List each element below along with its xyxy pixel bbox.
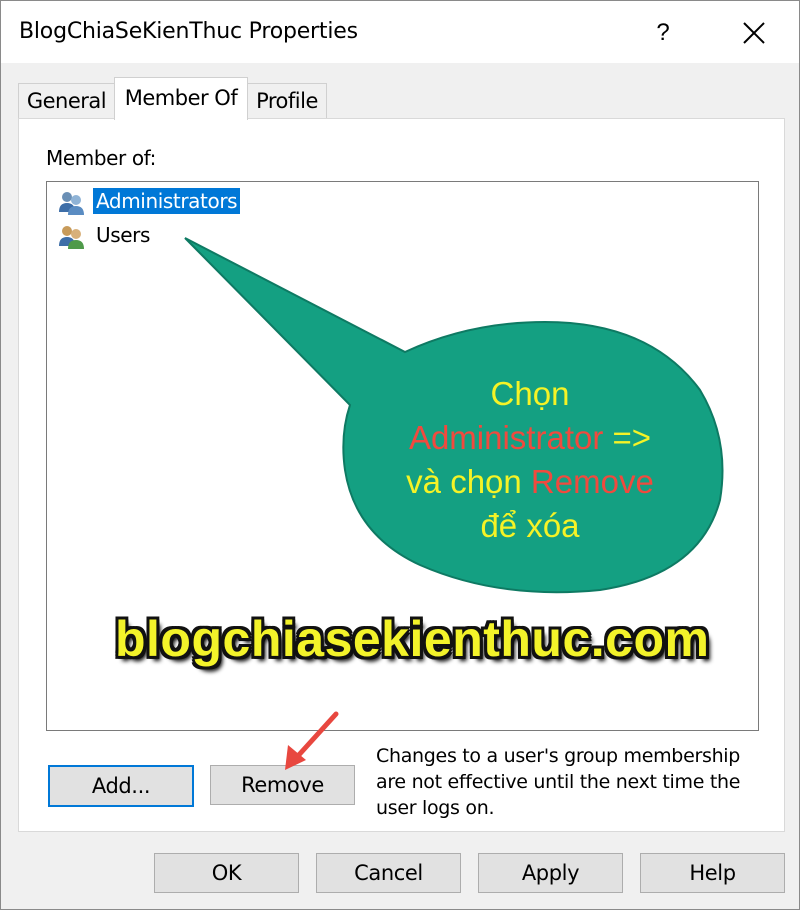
callout-line-4: để xóa — [480, 507, 580, 544]
list-item-label: Users — [96, 223, 151, 247]
group-icon — [59, 226, 84, 249]
callout-line-1: Chọn — [490, 375, 570, 412]
cancel-button[interactable]: Cancel — [316, 853, 461, 893]
remove-button[interactable]: Remove — [210, 765, 355, 805]
callout-remove: Remove — [530, 463, 654, 500]
callout-arrow-text: => — [603, 419, 652, 456]
tab-profile[interactable]: Profile — [247, 83, 327, 118]
callout-line-3: và chọn — [406, 463, 531, 500]
help-button[interactable]: Help — [640, 853, 785, 893]
callout-text: Chọn Administrator => và chọn Remove để … — [360, 372, 700, 548]
member-of-label: Member of: — [46, 146, 156, 170]
window-title: BlogChiaSeKienThuc Properties — [19, 19, 358, 44]
close-button[interactable] — [729, 11, 777, 55]
title-bar: BlogChiaSeKienThuc Properties ? — [1, 1, 799, 63]
add-button[interactable]: Add... — [48, 765, 194, 807]
tab-general[interactable]: General — [18, 83, 115, 118]
membership-note: Changes to a user's group membership are… — [376, 745, 741, 819]
callout-administrator: Administrator — [408, 419, 604, 456]
list-item-label: Administrators — [91, 187, 242, 215]
watermark: blogchiasekienthuc.com — [115, 611, 710, 667]
ok-button[interactable]: OK — [154, 853, 299, 893]
close-icon — [743, 22, 765, 44]
apply-button[interactable]: Apply — [478, 853, 623, 893]
help-title-button[interactable]: ? — [641, 13, 685, 53]
group-icon — [59, 192, 84, 215]
tab-member-of[interactable]: Member Of — [114, 77, 248, 120]
